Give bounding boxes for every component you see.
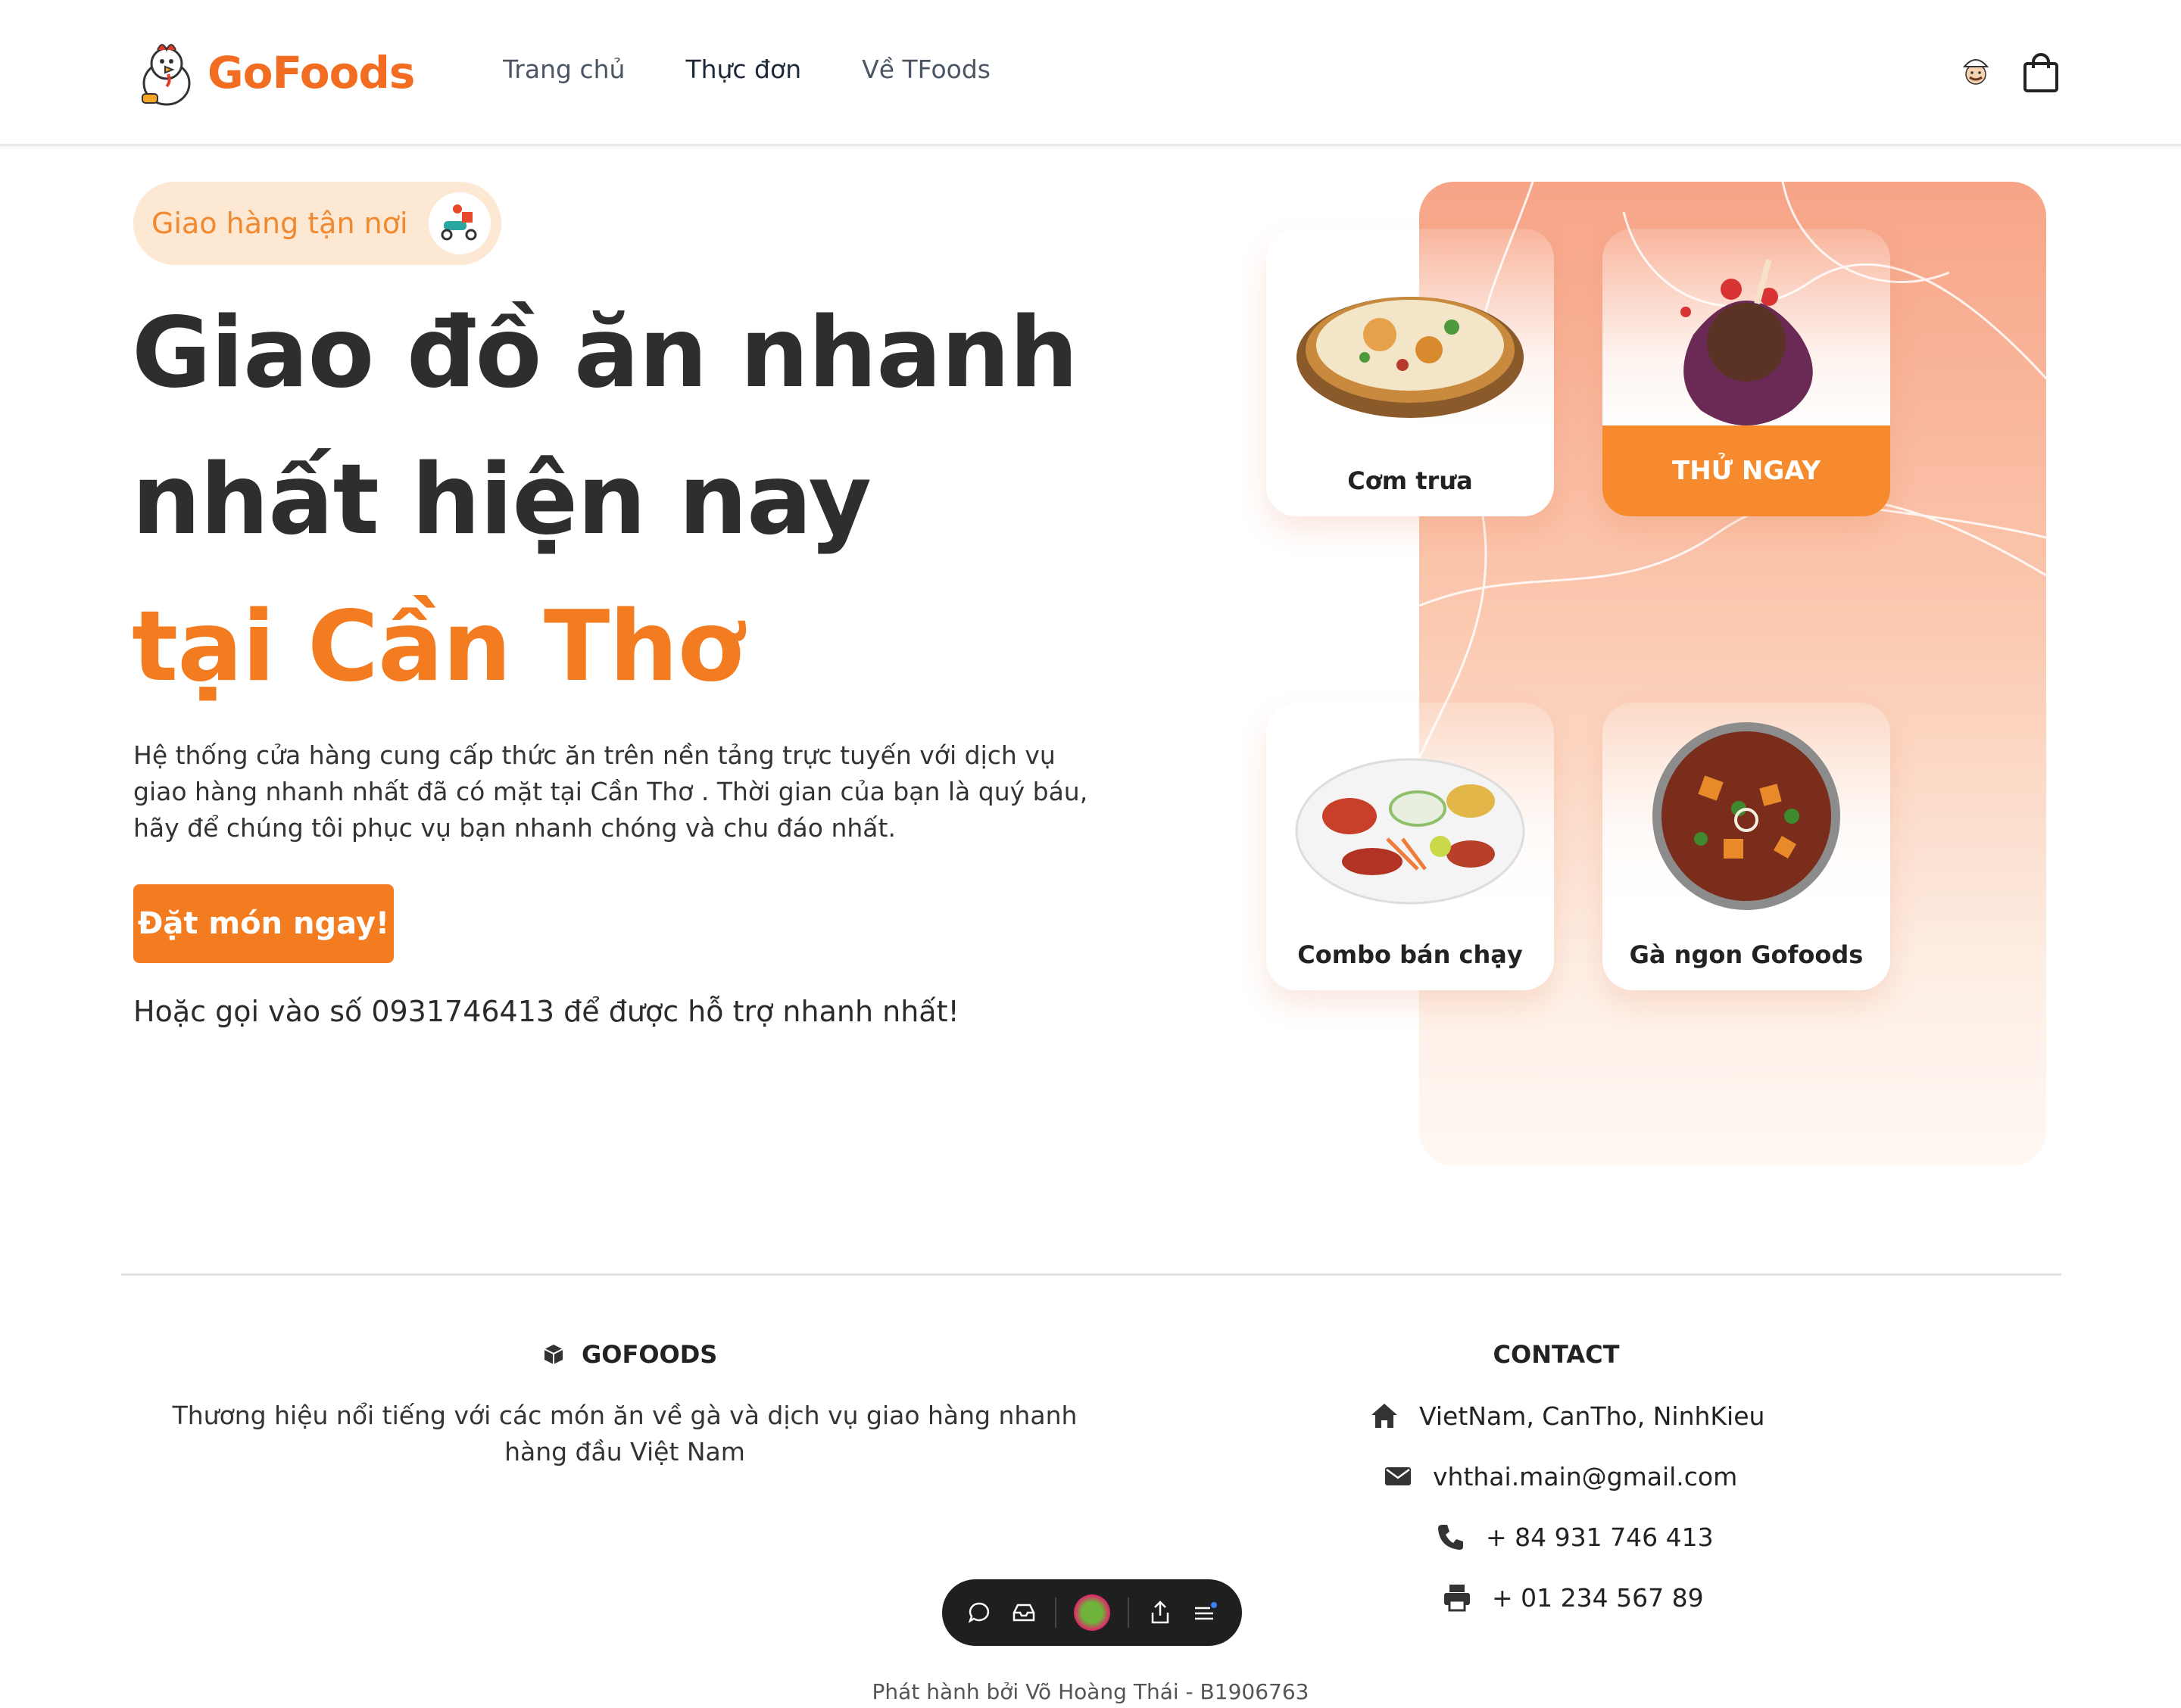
contact-address: VietNam, CanTho, NinhKieu [1369, 1401, 1764, 1431]
hero-title-line-2: nhất hiện nay [132, 444, 872, 556]
printer-icon [1444, 1585, 1470, 1612]
shopping-bag-icon[interactable] [2022, 51, 2060, 94]
menu-icon[interactable] [1190, 1599, 1218, 1626]
food-card-lunch[interactable]: Cơm trưa [1266, 229, 1554, 516]
footer-divider [121, 1273, 2061, 1276]
user-avatar[interactable] [1073, 1594, 1110, 1631]
brand-logo[interactable]: GoFoods [136, 35, 415, 111]
nav-item-menu[interactable]: Thực đơn [685, 55, 801, 84]
envelope-icon [1385, 1467, 1411, 1485]
toolbar-separator [1055, 1597, 1057, 1628]
phone-icon [1438, 1525, 1463, 1550]
biryani-image [1296, 297, 1524, 418]
nav-item-about[interactable]: Về TFoods [862, 55, 991, 84]
contact-fax: + 01 234 567 89 [1442, 1582, 1704, 1613]
nav-item-home[interactable]: Trang chủ [503, 55, 625, 84]
food-card-try-now[interactable]: THỬ NGAY [1602, 229, 1890, 516]
contact-fax-text: + 01 234 567 89 [1492, 1582, 1704, 1613]
dessert-image [1680, 258, 1813, 425]
contact-heading: CONTACT [1493, 1340, 1620, 1369]
hero-headline: Giao đồ ăn nhanh nhất hiện nay tại Cần T… [132, 280, 1192, 721]
footer-brand-title: GOFOODS [582, 1340, 718, 1369]
brand-name: GoFoods [207, 47, 415, 98]
combo-platter-image [1295, 758, 1525, 905]
main-nav: Trang chủ Thực đơn Về TFoods [503, 55, 991, 84]
hero-title-line-3: tại Cần Thơ [132, 591, 744, 703]
card-label-lunch: Cơm trưa [1347, 466, 1473, 495]
contact-phone[interactable]: + 84 931 746 413 [1436, 1522, 1714, 1552]
card-label-combo: Combo bán chạy [1297, 940, 1523, 969]
hotline-text: Hoặc gọi vào số 0931746413 để được hỗ tr… [133, 995, 959, 1028]
share-icon[interactable] [1147, 1599, 1174, 1626]
toolbar-separator [1127, 1597, 1129, 1628]
food-card-combo[interactable]: Combo bán chạy [1266, 703, 1554, 990]
badge-label: Giao hàng tận nơi [151, 207, 408, 240]
try-now-button[interactable]: THỬ NGAY [1602, 425, 1890, 516]
inbox-icon[interactable] [1010, 1599, 1037, 1626]
footer-credit: Phát hành bởi Võ Hoàng Thái - B1906763 [872, 1679, 1309, 1704]
contact-email[interactable]: vhthai.main@gmail.com [1383, 1461, 1737, 1491]
top-navbar: GoFoods Trang chủ Thực đơn Về TFoods [0, 0, 2181, 146]
footer-brand-description: Thương hiệu nổi tiếng với các món ăn về … [172, 1401, 1078, 1466]
home-icon [1371, 1404, 1397, 1428]
contact-phone-text[interactable]: + 84 931 746 413 [1486, 1523, 1714, 1552]
order-now-button[interactable]: Đặt món ngay! [133, 884, 394, 963]
cube-icon [544, 1345, 563, 1364]
chat-icon[interactable] [966, 1599, 993, 1626]
footer-brand-heading: GOFOODS [542, 1340, 717, 1369]
hero-description: Hệ thống cửa hàng cung cấp thức ăn trên … [133, 740, 1088, 843]
chicken-mascot-logo [142, 44, 191, 106]
floating-toolbar [942, 1579, 1242, 1646]
chicken-curry-image [1652, 722, 1840, 910]
food-card-chicken[interactable]: Gà ngon Gofoods [1602, 703, 1890, 990]
hero-title-line-1: Giao đồ ăn nhanh [132, 297, 1078, 410]
card-label-chicken: Gà ngon Gofoods [1629, 940, 1864, 969]
chef-avatar-icon[interactable] [1957, 53, 1995, 91]
contact-email-text[interactable]: vhthai.main@gmail.com [1433, 1462, 1737, 1491]
delivery-badge: Giao hàng tận nơi [133, 182, 501, 265]
contact-address-text: VietNam, CanTho, NinhKieu [1419, 1401, 1765, 1431]
delivery-scooter-icon [429, 192, 491, 254]
